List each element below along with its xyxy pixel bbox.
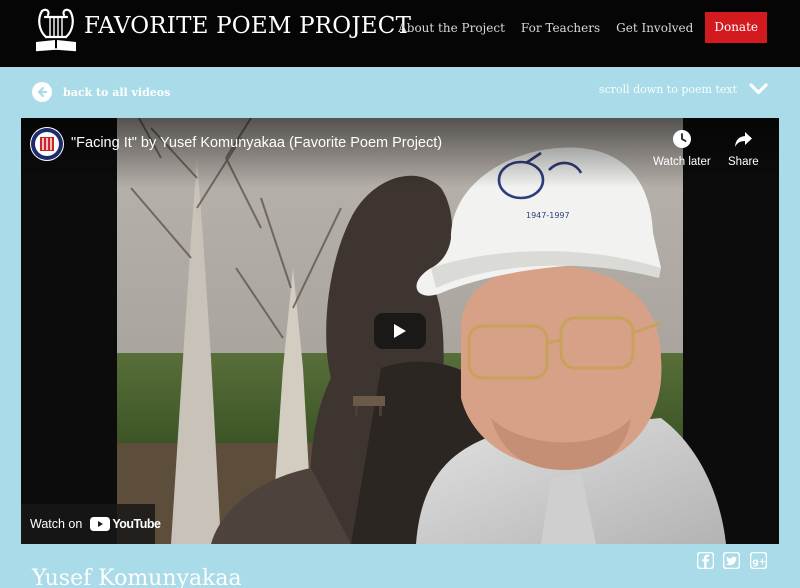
clock-icon [672,130,691,148]
donate-button[interactable]: Donate [705,12,767,43]
site-title[interactable]: FAVORITE POEM PROJECT [84,13,411,39]
lyre-book-logo-icon[interactable] [34,5,78,53]
back-arrow-icon [32,82,52,102]
svg-text:1947-1997: 1947-1997 [526,211,570,220]
twitter-icon [723,552,740,569]
share-button[interactable]: Share [728,128,759,168]
watch-on-youtube-button[interactable]: Watch on YouTube [21,504,161,544]
share-google-plus-button[interactable]: g+ [750,552,767,569]
watch-later-label: Watch later [653,156,711,168]
play-icon [394,324,406,338]
svg-text:g+: g+ [752,558,766,568]
share-facebook-button[interactable] [697,552,714,569]
nav-for-teachers[interactable]: For Teachers [521,21,600,35]
youtube-wordmark: YouTube [112,517,161,531]
video-player[interactable]: 1947-1997 "Facing It" by Yusef Komunyaka… [21,118,779,544]
channel-avatar[interactable] [30,127,64,161]
channel-logo-icon [31,128,63,160]
scroll-to-poem-link[interactable]: scroll down to poem text [599,82,768,96]
watch-later-button[interactable]: Watch later [653,128,711,168]
chevron-down-icon [749,83,768,95]
google-plus-icon: g+ [750,552,767,569]
poet-name-heading: Yusef Komunyakaa [32,566,242,588]
site-header: FAVORITE POEM PROJECT About the Project … [0,0,800,67]
watch-on-label: Watch on [30,517,83,531]
youtube-logo: YouTube [90,517,161,531]
facebook-icon [697,552,714,569]
play-button[interactable] [374,313,426,349]
nav-get-involved[interactable]: Get Involved [616,21,693,35]
back-link-label: back to all videos [63,85,171,99]
video-title[interactable]: "Facing It" by Yusef Komunyakaa (Favorit… [71,135,442,151]
youtube-play-icon [90,517,111,531]
main-nav: About the Project For Teachers Get Invol… [382,12,767,43]
share-arrow-icon [735,132,753,147]
scroll-link-label: scroll down to poem text [598,82,737,96]
share-label: Share [728,156,759,168]
back-to-all-videos-link[interactable]: back to all videos [32,82,170,102]
nav-about-the-project[interactable]: About the Project [398,21,505,35]
share-twitter-button[interactable] [723,552,740,569]
